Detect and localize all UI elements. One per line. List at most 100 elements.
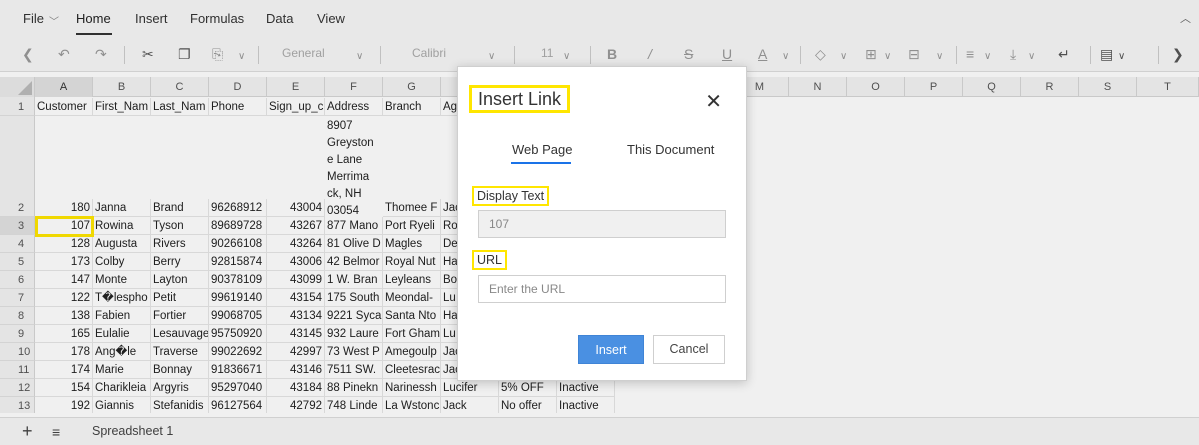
horizontal-align-icon[interactable]: ≡	[966, 45, 974, 63]
row-header[interactable]: 13	[0, 397, 35, 413]
cell[interactable]: 99068705	[209, 307, 267, 325]
scroll-right-icon[interactable]: ❯	[1172, 45, 1184, 63]
cell[interactable]: Monte	[93, 271, 151, 289]
cell[interactable]: 73 West P	[325, 343, 383, 361]
cell[interactable]: 42792	[267, 397, 325, 413]
column-header-a[interactable]: A	[35, 77, 93, 97]
sheet-tab[interactable]: Spreadsheet 1	[92, 424, 173, 438]
merge-cells-icon[interactable]: ⊟	[908, 45, 920, 63]
cell[interactable]: 96127564	[209, 397, 267, 413]
cell[interactable]: 43264	[267, 235, 325, 253]
cell[interactable]: 88 Pinekn	[325, 379, 383, 397]
strikethrough-icon[interactable]: S	[684, 45, 693, 63]
cell[interactable]: Amegoulp	[383, 343, 441, 361]
cell[interactable]: 43006	[267, 253, 325, 271]
row-header[interactable]: 2	[0, 116, 35, 217]
row-header[interactable]: 12	[0, 379, 35, 397]
row-header[interactable]: 5	[0, 253, 35, 271]
cell[interactable]: First_Nam	[93, 98, 151, 116]
cell[interactable]: Eulalie	[93, 325, 151, 343]
cell[interactable]: Stefanidis	[151, 397, 209, 413]
row-header[interactable]: 7	[0, 289, 35, 307]
merge-chevron-icon[interactable]: ∨	[936, 48, 943, 66]
cell[interactable]: 42 Belmor	[325, 253, 383, 271]
menu-file[interactable]: File	[23, 11, 44, 26]
cell[interactable]: Jack	[441, 397, 499, 413]
tab-this-document[interactable]: This Document	[627, 142, 714, 157]
cell[interactable]: 89689728	[209, 217, 267, 235]
cell[interactable]: 43099	[267, 271, 325, 289]
cell[interactable]: Customer	[35, 98, 93, 116]
cell[interactable]: Port Ryeli	[383, 217, 441, 235]
menu-insert[interactable]: Insert	[135, 11, 168, 26]
cell[interactable]: 174	[35, 361, 93, 379]
paste-chevron-icon[interactable]: ∨	[238, 48, 245, 66]
collapse-ribbon-icon[interactable]: ︿	[1180, 10, 1191, 26]
column-header-q[interactable]: Q	[963, 77, 1021, 97]
cell[interactable]: 1 W. Bran	[325, 271, 383, 289]
number-format-select[interactable]: General	[282, 46, 325, 60]
cell[interactable]: Rivers	[151, 235, 209, 253]
cell[interactable]: Bonnay	[151, 361, 209, 379]
cell[interactable]: Rowina	[93, 217, 151, 235]
underline-icon[interactable]: U	[722, 45, 732, 63]
cell[interactable]: Layton	[151, 271, 209, 289]
cell[interactable]: 43146	[267, 361, 325, 379]
menu-home[interactable]: Home	[76, 11, 111, 26]
cell[interactable]: 95750920	[209, 325, 267, 343]
cell[interactable]: Petit	[151, 289, 209, 307]
fill-color-icon[interactable]: ◇	[815, 45, 826, 63]
column-header-f[interactable]: F	[325, 77, 383, 97]
cell[interactable]: 107	[35, 217, 93, 235]
number-format-chevron-icon[interactable]: ∨	[356, 48, 363, 66]
cell[interactable]: 748 Linde	[325, 397, 383, 413]
scroll-left-icon[interactable]: ❮	[22, 45, 34, 63]
cell[interactable]: Thomee F	[383, 199, 441, 217]
cut-icon[interactable]: ✂	[142, 45, 154, 63]
cell[interactable]: T�lespho	[93, 289, 151, 307]
cell[interactable]: Marie	[93, 361, 151, 379]
font-color-icon[interactable]: A	[758, 45, 767, 63]
cell[interactable]: 43134	[267, 307, 325, 325]
column-header-p[interactable]: P	[905, 77, 963, 97]
insert-button[interactable]: Insert	[578, 335, 644, 364]
cell[interactable]: Last_Nam	[151, 98, 209, 116]
menu-formulas[interactable]: Formulas	[190, 11, 244, 26]
sheet-list-icon[interactable]: ≡	[52, 424, 60, 440]
cell[interactable]: Meondal-	[383, 289, 441, 307]
cell[interactable]: Narinessh	[383, 379, 441, 397]
cell[interactable]: 42997	[267, 343, 325, 361]
cell[interactable]: 96268912	[209, 199, 267, 217]
cell[interactable]: 7511 SW.	[325, 361, 383, 379]
cell[interactable]: Address	[325, 98, 383, 116]
cell[interactable]: Augusta	[93, 235, 151, 253]
cell[interactable]: Fortier	[151, 307, 209, 325]
row-header[interactable]: 10	[0, 343, 35, 361]
cell[interactable]: Ang�le	[93, 343, 151, 361]
copy-icon[interactable]: ❐	[178, 45, 191, 63]
cell[interactable]: 147	[35, 271, 93, 289]
cell[interactable]: 192	[35, 397, 93, 413]
menu-data[interactable]: Data	[266, 11, 293, 26]
cell[interactable]: 180	[35, 199, 93, 217]
cell[interactable]: Royal Nut	[383, 253, 441, 271]
cell[interactable]: 43184	[267, 379, 325, 397]
column-header-d[interactable]: D	[209, 77, 267, 97]
tab-web-page[interactable]: Web Page	[512, 142, 572, 157]
cell[interactable]: 5% OFF	[499, 379, 557, 397]
column-header-s[interactable]: S	[1079, 77, 1137, 97]
close-icon[interactable]: ✕	[705, 89, 722, 114]
column-header-n[interactable]: N	[789, 77, 847, 97]
file-chevron-icon[interactable]: ﹀	[49, 13, 59, 28]
wrap-text-icon[interactable]: ↵	[1058, 45, 1070, 63]
cell[interactable]: Inactive	[557, 379, 615, 397]
row-header[interactable]: 3	[0, 217, 35, 235]
select-all-corner[interactable]	[0, 77, 35, 97]
cell[interactable]: 90378109	[209, 271, 267, 289]
row-header[interactable]: 4	[0, 235, 35, 253]
italic-icon[interactable]: /	[648, 45, 652, 63]
row-header[interactable]: 11	[0, 361, 35, 379]
add-sheet-icon[interactable]: +	[22, 421, 33, 442]
cell[interactable]: 122	[35, 289, 93, 307]
cell[interactable]: 165	[35, 325, 93, 343]
